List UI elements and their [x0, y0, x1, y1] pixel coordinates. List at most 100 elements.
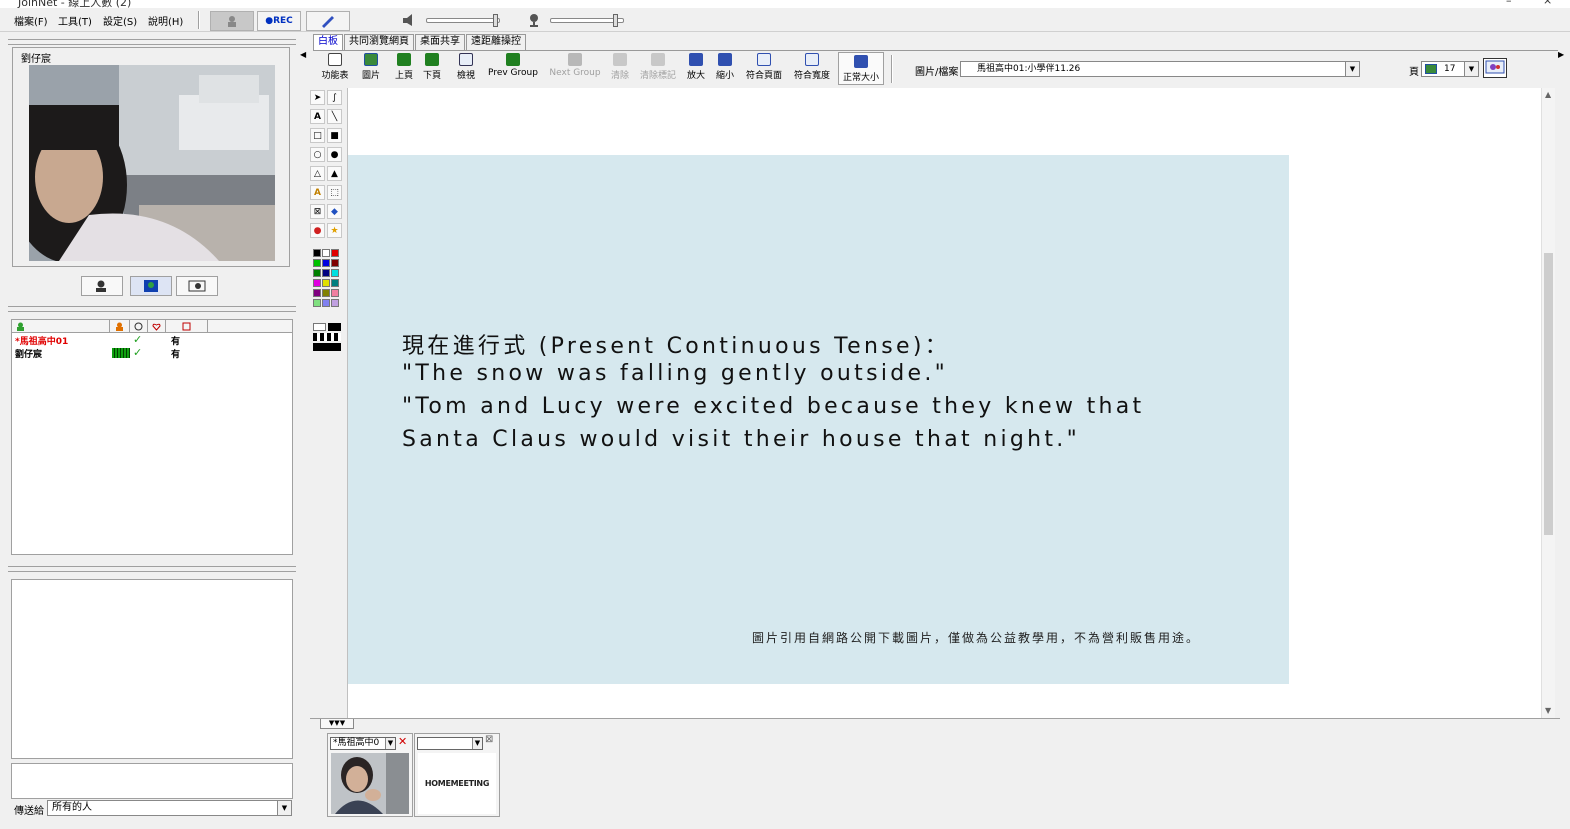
- close-thumbnail-icon[interactable]: ⊠: [485, 734, 493, 745]
- color-swatch[interactable]: [322, 299, 330, 307]
- page-select[interactable]: 17 ▼: [1421, 61, 1479, 77]
- microphone-volume-thumb[interactable]: [613, 14, 618, 27]
- chat-history[interactable]: [11, 579, 293, 759]
- prev-group-button[interactable]: Prev Group: [485, 53, 541, 78]
- tab-whiteboard[interactable]: 白板: [313, 34, 343, 50]
- thumbnail-card[interactable]: *馬祖高中0 ▼ ✕: [327, 733, 413, 817]
- zoom-out-button[interactable]: 縮小: [714, 53, 736, 81]
- color-swatch[interactable]: [331, 249, 339, 257]
- polygon-outline-tool[interactable]: △: [310, 166, 325, 181]
- highlight-text-tool[interactable]: A: [310, 185, 325, 200]
- settings-wrench-button[interactable]: [306, 11, 350, 31]
- color-swatch[interactable]: [322, 249, 330, 257]
- crop-tool[interactable]: ⊠: [310, 204, 325, 219]
- clear-marks-button[interactable]: 清除標記: [638, 53, 678, 81]
- color-swatch[interactable]: [322, 279, 330, 287]
- video-view-button[interactable]: [81, 276, 123, 296]
- color-swatch[interactable]: [331, 299, 339, 307]
- color-swatch[interactable]: [331, 259, 339, 267]
- collapse-thumbnails-icon[interactable]: ▼▼▼: [320, 719, 354, 729]
- col-user[interactable]: [12, 320, 110, 332]
- panel-grip[interactable]: [8, 306, 296, 312]
- panel-grip[interactable]: [8, 39, 296, 45]
- chat-input[interactable]: [11, 763, 293, 799]
- pointer-tool[interactable]: ➤: [310, 90, 325, 105]
- record-button[interactable]: ●REC: [257, 11, 301, 31]
- color-swatch[interactable]: [322, 259, 330, 267]
- ellipse-fill-tool[interactable]: ●: [327, 147, 342, 162]
- color-swatch[interactable]: [313, 249, 321, 257]
- actual-size-button[interactable]: 正常大小: [838, 52, 884, 85]
- color-swatch[interactable]: [322, 269, 330, 277]
- menu-settings[interactable]: 設定(S): [103, 13, 137, 28]
- stamp-apple-tool[interactable]: ●: [310, 223, 325, 238]
- color-swatch[interactable]: [331, 279, 339, 287]
- stamp-star-tool[interactable]: ★: [327, 223, 342, 238]
- line-tool[interactable]: ╲: [327, 109, 342, 124]
- fit-width-button[interactable]: 符合寬度: [791, 53, 833, 81]
- color-swatch[interactable]: [313, 289, 321, 297]
- color-swatch[interactable]: [313, 259, 321, 267]
- color-swatch[interactable]: [313, 269, 321, 277]
- tab-cobrowse[interactable]: 共同瀏覽網頁: [344, 34, 414, 50]
- color-swatch[interactable]: [331, 269, 339, 277]
- user-row[interactable]: *馬祖高中01 ✓ 有: [12, 333, 292, 347]
- image-button[interactable]: 圖片: [359, 53, 383, 81]
- line-width-selector[interactable]: [313, 323, 341, 353]
- presentation-mode-button[interactable]: [1483, 58, 1507, 78]
- text-tool[interactable]: A: [310, 109, 325, 124]
- select-region-tool[interactable]: ⬚: [327, 185, 342, 200]
- ellipse-outline-tool[interactable]: ○: [310, 147, 325, 162]
- next-page-button[interactable]: 下頁: [421, 53, 443, 81]
- scroll-up-icon[interactable]: ▲: [1545, 90, 1551, 99]
- view-button[interactable]: 檢視: [453, 53, 479, 81]
- col-permission[interactable]: [148, 320, 166, 332]
- file-select[interactable]: 馬祖高中01:小學伴11.26 ▼: [960, 61, 1360, 77]
- collapse-left-icon[interactable]: ◀: [300, 50, 306, 59]
- close-button[interactable]: ×: [1543, 0, 1552, 7]
- dropdown-arrow-icon[interactable]: ▼: [385, 738, 395, 749]
- tab-remote-control[interactable]: 遠距離操控: [466, 34, 526, 50]
- tab-desktop-share[interactable]: 桌面共享: [415, 34, 465, 50]
- rect-fill-tool[interactable]: ■: [327, 128, 342, 143]
- collapse-right-icon[interactable]: ▶: [1558, 50, 1564, 59]
- col-video[interactable]: [130, 320, 148, 332]
- color-swatch[interactable]: [331, 289, 339, 297]
- raise-hand-button[interactable]: [210, 11, 254, 31]
- video-share-button[interactable]: [130, 276, 172, 296]
- dropdown-arrow-icon[interactable]: ▼: [277, 801, 291, 815]
- color-swatch[interactable]: [313, 279, 321, 287]
- dropdown-arrow-icon[interactable]: ▼: [472, 738, 482, 749]
- speaker-volume-slider[interactable]: [426, 14, 500, 27]
- whiteboard-canvas[interactable]: 現在進行式 (Present Continuous Tense)： "The s…: [347, 88, 1541, 718]
- menu-button[interactable]: 功能表: [319, 53, 351, 81]
- menu-file[interactable]: 檔案(F): [14, 13, 48, 28]
- menu-tools[interactable]: 工具(T): [58, 13, 92, 28]
- freehand-tool[interactable]: ∫: [327, 90, 342, 105]
- speaker-volume-thumb[interactable]: [493, 14, 498, 27]
- rect-outline-tool[interactable]: □: [310, 128, 325, 143]
- panel-grip[interactable]: [8, 566, 296, 572]
- polygon-fill-tool[interactable]: ▲: [327, 166, 342, 181]
- user-row[interactable]: 劉仔宸 ✓ 有: [12, 346, 292, 360]
- canvas-vertical-scrollbar[interactable]: ▲ ▼: [1541, 88, 1555, 718]
- minimize-button[interactable]: –: [1506, 0, 1512, 7]
- col-doc[interactable]: [166, 320, 208, 332]
- thumbnail-card[interactable]: ▼ ⊠ HOMEMEETING: [414, 733, 500, 817]
- thumbnail-select[interactable]: *馬祖高中0 ▼: [330, 737, 396, 750]
- send-to-select[interactable]: 所有的人 ▼: [47, 800, 292, 816]
- color-swatch[interactable]: [313, 299, 321, 307]
- microphone-volume-slider[interactable]: [550, 14, 624, 27]
- zoom-in-button[interactable]: 放大: [685, 53, 707, 81]
- fit-page-button[interactable]: 符合頁面: [743, 53, 785, 81]
- color-swatch[interactable]: [322, 289, 330, 297]
- clear-button[interactable]: 清除: [609, 53, 631, 81]
- scrollbar-thumb[interactable]: [1544, 253, 1553, 535]
- prev-page-button[interactable]: 上頁: [393, 53, 415, 81]
- next-group-button[interactable]: Next Group: [547, 53, 603, 78]
- dropdown-arrow-icon[interactable]: ▼: [1345, 62, 1359, 76]
- col-audio[interactable]: [110, 320, 130, 332]
- snapshot-button[interactable]: [176, 276, 218, 296]
- menu-help[interactable]: 說明(H): [148, 13, 183, 28]
- scroll-down-icon[interactable]: ▼: [1545, 706, 1551, 715]
